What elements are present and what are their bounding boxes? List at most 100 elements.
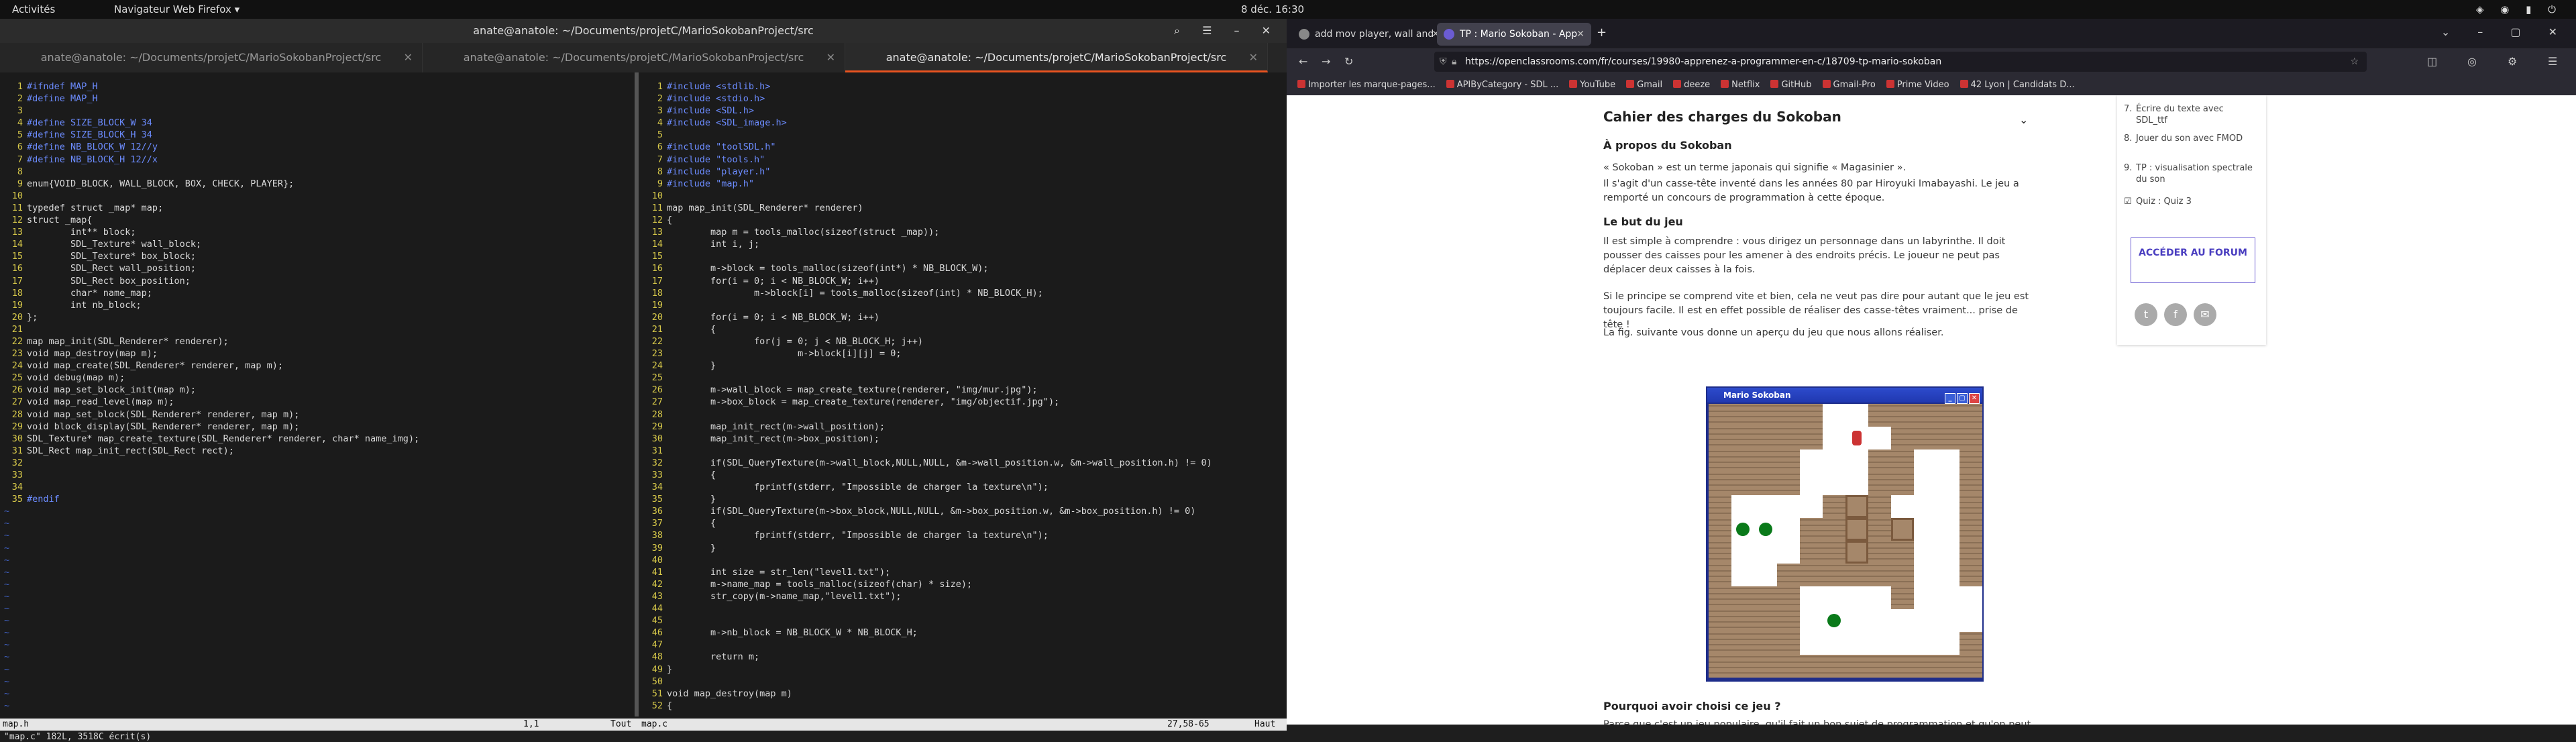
status-pos-right: 27,58-65 [1167,719,1210,729]
browser-tab-github[interactable]: add mov player, wall and ✕ [1292,23,1446,46]
clock[interactable]: 8 déc. 16:30 [1241,3,1304,15]
terminal-tab-2[interactable]: anate@anatole: ~/Documents/projetC/Mario… [423,43,845,72]
line-number: 9 [17,178,23,189]
code-line: 23 void map_destroy(map m); [4,348,631,360]
wall-tile [1937,655,1960,678]
bookmark-item[interactable]: GitHub [1770,75,1812,95]
floor-tile [1800,472,1823,495]
code-line: 29 map_init_rect(m->wall_position); [644,421,1281,433]
close-icon[interactable]: ✕ [826,43,835,72]
firefox-window: add mov player, wall and ✕ TP : Mario Sok… [1287,19,2576,725]
new-tab-button[interactable]: + [1597,25,1607,40]
bookmark-item[interactable]: Importer les marque-pages... [1297,75,1436,95]
floor-tile [1868,586,1891,609]
bookmark-item[interactable]: APIByCategory - SDL ... [1446,75,1558,95]
bookmark-item[interactable]: YouTube [1569,75,1615,95]
activities-button[interactable]: Activités [12,3,55,15]
terminal-tab-1[interactable]: anate@anatole: ~/Documents/projetC/Mario… [0,43,423,72]
editor-pane-map-h[interactable]: 1 #ifndef MAP_H 2 #define MAP_H 3 4 #define SI… [4,81,631,718]
menu-icon[interactable]: ☰ [2548,55,2557,68]
code-line: 32 if(SDL_QueryTexture(m->wall_block,NUL… [644,457,1281,469]
back-icon[interactable]: ← [1299,55,1307,68]
bookmark-item[interactable]: Gmail [1626,75,1662,95]
code-text: }; [27,311,38,323]
twitter-icon[interactable]: t [2135,303,2157,326]
code-line: 15 SDL_Texture* box_block; [4,250,631,262]
line-number: 12 [11,215,23,226]
wall-tile [1845,564,1868,586]
app-menu[interactable]: Navigateur Web Firefox ▾ [114,3,239,15]
bookmark-item[interactable]: 42 Lyon | Candidats D... [1960,75,2075,95]
bookmark-icon [1822,80,1831,88]
bookmark-item[interactable]: Prime Video [1886,75,1949,95]
wall-tile [1754,655,1777,678]
browser-tab-openclassrooms[interactable]: TP : Mario Sokoban - App ✕ [1437,23,1591,46]
line-number: 34 [11,482,23,493]
wall-tile [1891,564,1914,586]
sidebar-item-9[interactable]: 9. TP : visualisation spectrale du son [2124,162,2257,185]
webpage[interactable]: Cahier des charges du Sokoban ⌄ À propos… [1287,95,2576,725]
system-tray-icons[interactable]: ◈ ◉ ▮ ⏻ [2476,3,2563,15]
editor-pane-map-c[interactable]: 1 #include <stdlib.h> 2 #include <stdio.h> 3… [644,81,1281,718]
code-line: 47 [644,639,1281,651]
wall-tile [1868,404,1891,427]
line-number: 52 [651,700,663,711]
sidebar-item-7[interactable]: 7. Écrire du texte avec SDL_ttf [2124,103,2257,126]
wall-tile [1823,655,1845,678]
line-number: 24 [11,360,23,372]
close-icon[interactable]: ✕ [404,43,413,72]
lock-icon[interactable]: 🔒︎ [1452,52,1456,72]
code-line: 11 map map_init(SDL_Renderer* renderer) [644,202,1281,214]
code-text: m->block[i][j] = 0; [667,348,902,360]
sidebar-item-quiz[interactable]: ☑ Quiz : Quiz 3 [2124,196,2257,207]
code-line: 34 [4,481,631,493]
close-icon[interactable]: ✕ [1249,43,1258,72]
floor-tile [1777,495,1800,518]
code-line: 41 int size = str_len("level1.txt"); [644,566,1281,578]
url-bar[interactable]: ⛨ 🔒︎ https://openclassrooms.com/fr/cours… [1434,52,2367,72]
code-line: 15 [644,250,1281,262]
reload-icon[interactable]: ↻ [1344,55,1353,68]
split-divider[interactable] [635,72,639,717]
code-line: 20}; [4,311,631,323]
pocket-icon[interactable]: ◫ [2427,55,2437,68]
extensions-icon[interactable]: ⚙ [2508,55,2517,68]
shield-icon[interactable]: ⛨ [1440,52,1447,72]
floor-tile [1937,518,1960,541]
account-icon[interactable]: ◎ [2467,55,2477,68]
terminal-tab-3[interactable]: anate@anatole: ~/Documents/projetC/Mario… [845,43,1268,72]
code-text: #define MAP_H [27,93,98,105]
line-number: 19 [11,299,23,311]
code-text: m->block = tools_malloc(sizeof(int*) * N… [667,263,989,274]
line-number: 28 [651,409,663,420]
bookmark-item[interactable]: Gmail-Pro [1822,75,1876,95]
browser-window-buttons[interactable]: ⌄ – ▢ ✕ [2441,25,2569,38]
close-icon[interactable]: ✕ [1576,23,1585,46]
sidebar-item-8[interactable]: 8. Jouer du son avec FMOD [2124,133,2257,144]
forum-button[interactable]: ACCÉDER AU FORUM [2131,237,2255,283]
bookmark-item[interactable]: Netflix [1721,75,1760,95]
code-line: 13 map m = tools_malloc(sizeof(struct _m… [644,226,1281,238]
wall-tile [1777,449,1800,472]
code-line: 42 m->name_map = tools_malloc(sizeof(cha… [644,578,1281,590]
floor-tile [1937,449,1960,472]
code-line: 8 #include "player.h" [644,166,1281,178]
bookmark-star-icon[interactable]: ☆ [2350,52,2359,72]
line-number: 47 [651,639,663,651]
forward-icon[interactable]: → [1322,55,1330,68]
code-line: 5 [644,129,1281,141]
terminal-title: anate@anatole: ~/Documents/projetC/Mario… [473,24,814,37]
terminal-window-buttons[interactable]: ⌕ ☰ – ✕ [1174,19,1280,43]
line-number: 23 [11,348,23,360]
bookmark-item[interactable]: deeze [1673,75,1710,95]
goal-icon [1827,614,1841,627]
goal-icon [1759,523,1772,536]
line-number: 25 [11,372,23,384]
code-line: 23 m->block[i][j] = 0; [644,348,1281,360]
facebook-icon[interactable]: f [2164,303,2187,326]
chevron-down-icon[interactable]: ⌄ [2019,113,2028,127]
code-text: if(SDL_QueryTexture(m->wall_block,NULL,N… [667,457,1212,468]
line-number: 26 [11,384,23,396]
mail-icon[interactable]: ✉ [2194,303,2216,326]
url-text: https://openclassrooms.com/fr/courses/19… [1465,56,1942,67]
